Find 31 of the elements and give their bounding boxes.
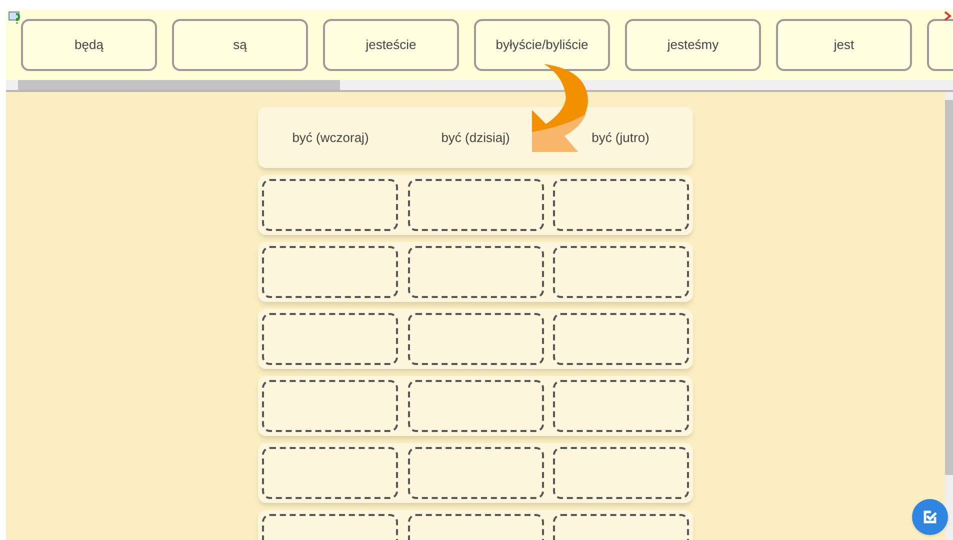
vertical-scrollbar[interactable] xyxy=(945,92,953,540)
drop-zone[interactable] xyxy=(262,179,398,231)
scrollbar-thumb[interactable] xyxy=(945,100,953,475)
horizontal-scrollbar[interactable] xyxy=(6,80,953,92)
drop-zone[interactable] xyxy=(553,313,689,365)
column-header: być (jutro) xyxy=(590,128,650,147)
drop-zone[interactable] xyxy=(262,447,398,499)
word-card[interactable]: jesteście xyxy=(323,19,459,71)
drop-zone[interactable] xyxy=(408,246,544,298)
word-card[interactable]: jest xyxy=(776,19,912,71)
drop-zone[interactable] xyxy=(553,447,689,499)
word-card[interactable]: byłyście/byliście xyxy=(474,19,610,71)
drop-zone[interactable] xyxy=(408,380,544,432)
drop-zone[interactable] xyxy=(408,313,544,365)
column-header: być (wczoraj) xyxy=(291,128,370,147)
drop-zone[interactable] xyxy=(408,447,544,499)
word-card[interactable]: są xyxy=(172,19,308,71)
column-header: być (dzisiaj) xyxy=(440,128,511,147)
help-icon[interactable] xyxy=(8,10,22,24)
drop-zone[interactable] xyxy=(408,179,544,231)
scrollbar-thumb[interactable] xyxy=(18,80,340,90)
drop-zone[interactable] xyxy=(553,380,689,432)
checkbox-icon xyxy=(922,509,938,525)
drop-zone[interactable] xyxy=(262,246,398,298)
curved-arrow-icon xyxy=(530,62,590,154)
drop-zone[interactable] xyxy=(262,380,398,432)
drop-zone[interactable] xyxy=(553,179,689,231)
drop-zone[interactable] xyxy=(553,246,689,298)
word-card[interactable]: jesteśmy xyxy=(625,19,761,71)
drop-zone[interactable] xyxy=(262,313,398,365)
word-card[interactable]: będą xyxy=(21,19,157,71)
